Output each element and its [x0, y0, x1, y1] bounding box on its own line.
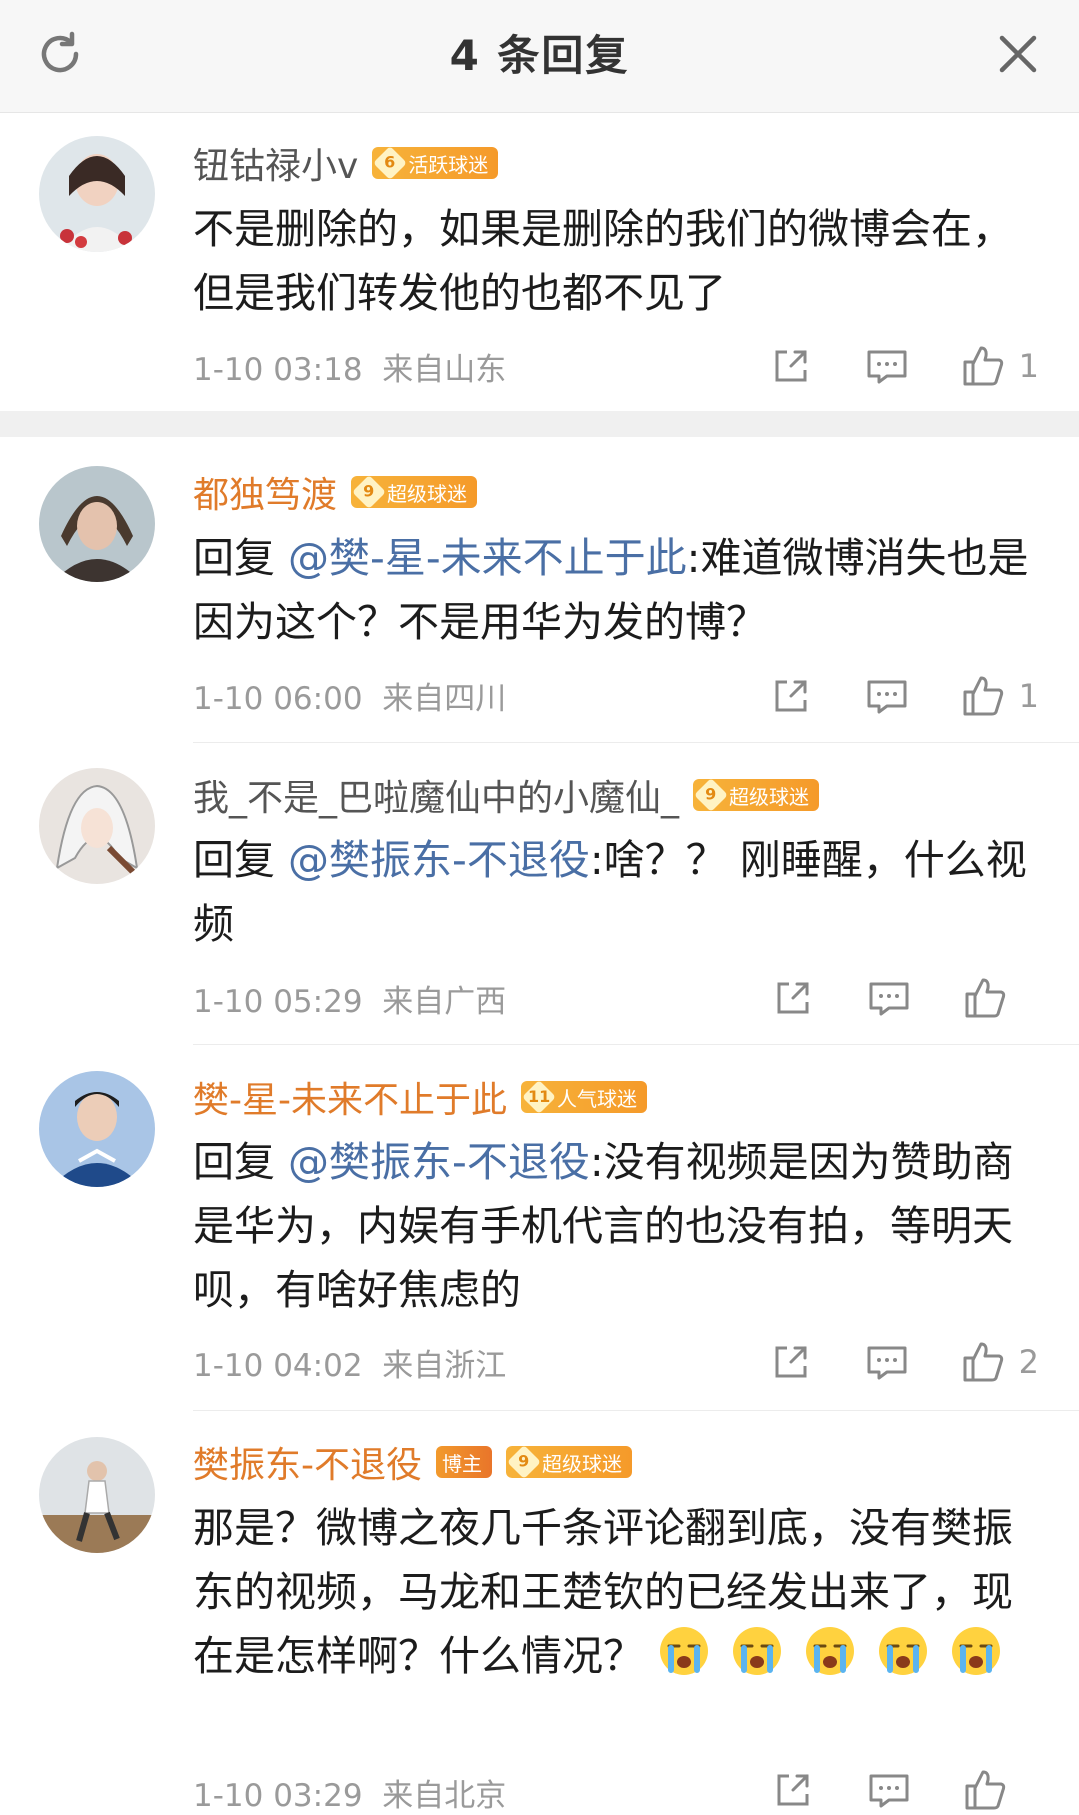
location: 来自四川: [382, 681, 507, 717]
username-row: 我_不是_巴啦魔仙中的小魔仙_ 9 超级球迷: [193, 769, 820, 821]
comment-divider: [193, 1410, 1079, 1411]
location: 来自浙江: [382, 1348, 507, 1384]
crying-emoji: [733, 1627, 782, 1675]
mention-link[interactable]: @樊振东-不退役: [288, 836, 590, 884]
comment-divider: [193, 742, 1079, 743]
like-count: 2: [1018, 1343, 1039, 1381]
comment-actions: 1: [717, 672, 1039, 720]
username[interactable]: 钮钴禄小v: [193, 137, 358, 189]
comment-actions: [719, 974, 1039, 1022]
username[interactable]: 樊-星-未来不止于此: [193, 1071, 507, 1123]
fan-level-badge[interactable]: 9 超级球迷: [693, 778, 820, 812]
comment-actions: 2: [717, 1338, 1039, 1386]
like-icon[interactable]: [961, 344, 1005, 388]
avatar[interactable]: [39, 136, 155, 252]
like-icon[interactable]: [961, 674, 1005, 718]
comment-text: 回复 @樊-星-未来不止于此:难道微博消失也是因为这个？不是用华为发的博？: [193, 534, 1029, 646]
location: 来自广西: [382, 984, 507, 1020]
crying-emoji: [879, 1627, 928, 1675]
username[interactable]: 我_不是_巴啦魔仙中的小魔仙_: [193, 769, 679, 821]
fan-level-badge[interactable]: 9 超级球迷: [351, 475, 478, 509]
avatar[interactable]: [39, 768, 155, 884]
username-row: 樊振东-不退役 博主 9 超级球迷: [193, 1438, 632, 1486]
crying-emoji: [952, 1627, 1001, 1675]
username-row: 樊-星-未来不止于此 11 人气球迷: [193, 1073, 647, 1121]
crying-emoji: [806, 1627, 855, 1675]
comment-icon[interactable]: [867, 976, 911, 1020]
like-icon[interactable]: [963, 1768, 1007, 1812]
share-icon[interactable]: [771, 976, 815, 1020]
section-divider: [0, 411, 1079, 437]
fan-level-badge[interactable]: 6 活跃球迷: [372, 146, 499, 180]
blogger-badge[interactable]: 博主: [436, 1446, 492, 1478]
comment-meta: 1-10 03:29 来自北京: [193, 1770, 506, 1815]
share-icon[interactable]: [769, 674, 813, 718]
share-icon[interactable]: [769, 1340, 813, 1384]
location: 来自山东: [382, 352, 507, 388]
username[interactable]: 都独笃渡: [193, 466, 337, 518]
like-count: 1: [1018, 347, 1039, 385]
crying-emoji: [660, 1627, 709, 1675]
comment-text: 回复 @樊振东-不退役:啥？？ 刚睡醒，什么视频: [193, 836, 1027, 948]
dialog-header: 4 条回复: [0, 0, 1079, 113]
timestamp: 1-10 03:29: [193, 1778, 363, 1814]
username-row: 都独笃渡 9 超级球迷: [193, 466, 478, 518]
mention-link[interactable]: @樊-星-未来不止于此: [288, 534, 687, 582]
timestamp: 1-10 06:00: [193, 681, 363, 717]
like-count: 1: [1018, 677, 1039, 715]
comment-text: 那是？微博之夜几千条评论翻到底，没有樊振东的视频，马龙和王楚钦的已经发出来了，现…: [193, 1504, 1013, 1680]
close-icon[interactable]: [996, 32, 1040, 76]
mention-link[interactable]: @樊振东-不退役: [288, 1138, 590, 1186]
comment-divider: [193, 1044, 1079, 1045]
timestamp: 1-10 03:18: [193, 352, 363, 388]
comment-text: 回复 @樊振东-不退役:没有视频是因为赞助商是华为，内娱有手机代言的也没有拍，等…: [193, 1138, 1014, 1314]
fan-level-badge[interactable]: 9 超级球迷: [506, 1445, 632, 1479]
comment-icon[interactable]: [867, 1768, 911, 1812]
like-icon[interactable]: [963, 976, 1007, 1020]
timestamp: 1-10 05:29: [193, 984, 363, 1020]
avatar[interactable]: [39, 1071, 155, 1187]
share-icon[interactable]: [771, 1768, 815, 1812]
comment-icon[interactable]: [865, 674, 909, 718]
location: 来自北京: [382, 1778, 507, 1814]
comment-meta: 1-10 04:02 来自浙江: [193, 1340, 506, 1385]
comment-meta: 1-10 03:18 来自山东: [193, 344, 506, 389]
comment-text: 不是删除的，如果是删除的我们的微博会在，但是我们转发他的也都不见了: [193, 205, 1013, 317]
comment-meta: 1-10 05:29 来自广西: [193, 976, 506, 1021]
avatar[interactable]: [39, 466, 155, 582]
comment-icon[interactable]: [865, 1340, 909, 1384]
comment-icon[interactable]: [865, 344, 909, 388]
username-row: 钮钴禄小v 6 活跃球迷: [193, 137, 499, 189]
avatar[interactable]: [39, 1437, 155, 1553]
like-icon[interactable]: [961, 1340, 1005, 1384]
username[interactable]: 樊振东-不退役: [193, 1436, 422, 1488]
fan-level-badge[interactable]: 11 人气球迷: [520, 1080, 647, 1114]
comment-actions: 1: [717, 342, 1039, 390]
dialog-title: 4 条回复: [449, 31, 630, 80]
share-icon[interactable]: [769, 344, 813, 388]
comment-meta: 1-10 06:00 来自四川: [193, 673, 506, 718]
timestamp: 1-10 04:02: [193, 1348, 363, 1384]
